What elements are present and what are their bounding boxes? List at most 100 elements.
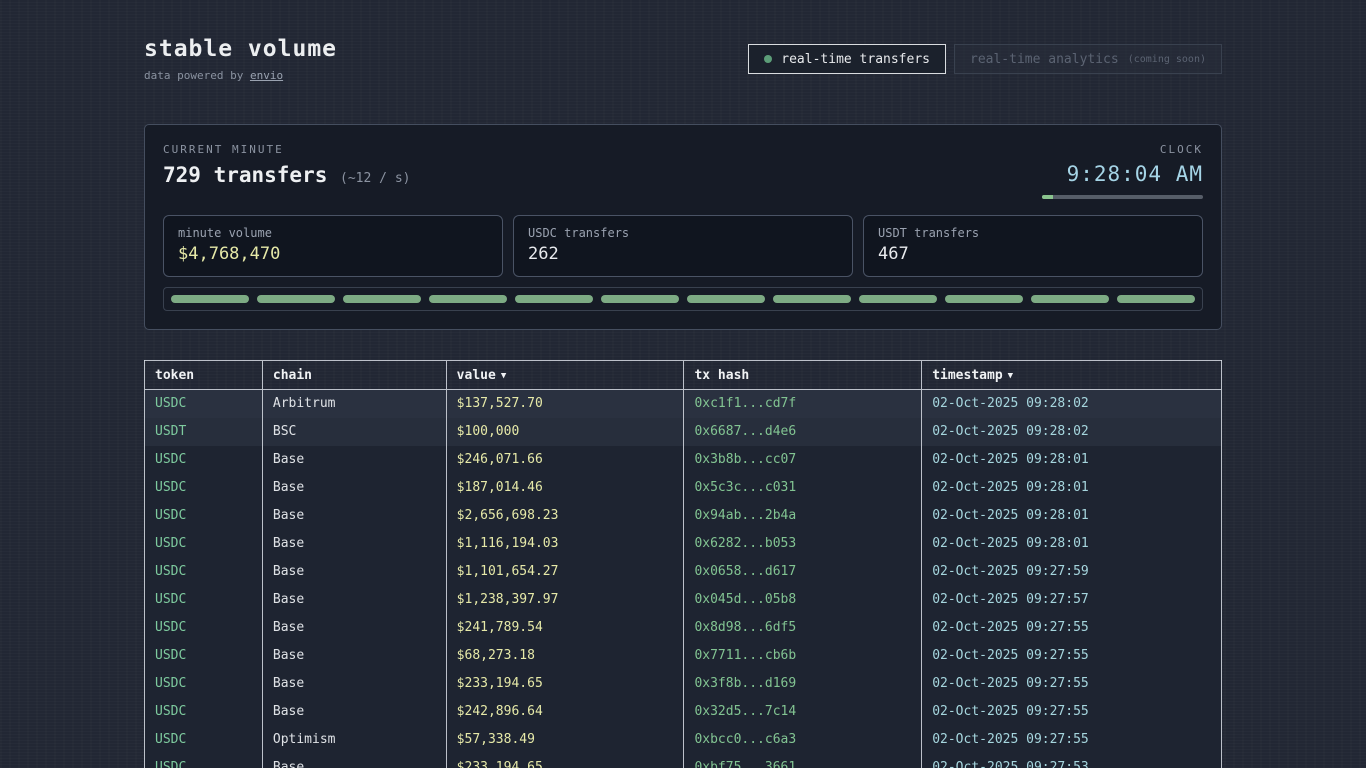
cell-token: USDC bbox=[145, 670, 263, 698]
stat-usdt-transfers: USDT transfers 467 bbox=[863, 215, 1203, 277]
cell-timestamp: 02-Oct-2025 09:27:55 bbox=[922, 726, 1222, 754]
column-header-chain: chain bbox=[262, 361, 446, 390]
table-row: USDCBase$1,238,397.970x045d...05b802-Oct… bbox=[145, 586, 1222, 614]
table-row: USDCBase$1,101,654.270x0658...d61702-Oct… bbox=[145, 558, 1222, 586]
view-tabs: real-time transfers real-time analytics … bbox=[748, 44, 1222, 74]
cell-token: USDC bbox=[145, 474, 263, 502]
cell-tx-hash[interactable]: 0x3f8b...d169 bbox=[684, 670, 922, 698]
cell-token: USDC bbox=[145, 586, 263, 614]
tab-real-time-analytics[interactable]: real-time analytics (coming soon) bbox=[954, 44, 1222, 74]
cell-token: USDC bbox=[145, 390, 263, 418]
transfer-count-value: 729 transfers bbox=[163, 163, 327, 187]
current-minute-label: CURRENT MINUTE bbox=[163, 143, 410, 156]
cell-token: USDC bbox=[145, 530, 263, 558]
cell-value: $1,101,654.27 bbox=[446, 558, 684, 586]
cell-timestamp: 02-Oct-2025 09:27:55 bbox=[922, 670, 1222, 698]
column-label: token bbox=[155, 368, 194, 383]
cell-token: USDC bbox=[145, 558, 263, 586]
stat-value: 262 bbox=[528, 244, 838, 264]
cell-tx-hash[interactable]: 0x045d...05b8 bbox=[684, 586, 922, 614]
table-header-row: tokenchainvalue▼tx hashtimestamp▼ bbox=[145, 361, 1222, 390]
cell-tx-hash[interactable]: 0xbcc0...c6a3 bbox=[684, 726, 922, 754]
table-row: USDCBase$246,071.660x3b8b...cc0702-Oct-2… bbox=[145, 446, 1222, 474]
cell-timestamp: 02-Oct-2025 09:28:01 bbox=[922, 502, 1222, 530]
column-header-value[interactable]: value▼ bbox=[446, 361, 684, 390]
current-minute-block: CURRENT MINUTE 729 transfers (~12 / s) bbox=[163, 143, 410, 187]
cell-tx-hash[interactable]: 0x6282...b053 bbox=[684, 530, 922, 558]
column-header-timestamp[interactable]: timestamp ▼ bbox=[922, 361, 1222, 390]
table-row: USDCBase$241,789.540x8d98...6df502-Oct-2… bbox=[145, 614, 1222, 642]
pulse-segment bbox=[601, 295, 679, 303]
pulse-segment bbox=[945, 295, 1023, 303]
cell-timestamp: 02-Oct-2025 09:27:53 bbox=[922, 754, 1222, 768]
cell-token: USDC bbox=[145, 698, 263, 726]
tab-analytics-label: real-time analytics bbox=[970, 52, 1119, 67]
page-container: stable volume data powered by envio real… bbox=[144, 0, 1222, 768]
cell-tx-hash[interactable]: 0x0658...d617 bbox=[684, 558, 922, 586]
transfer-rate: (~12 / s) bbox=[340, 171, 410, 186]
stat-value: $4,768,470 bbox=[178, 244, 488, 264]
cell-chain: Base bbox=[262, 698, 446, 726]
clock-block: CLOCK 9:28:04 AM bbox=[1042, 143, 1203, 199]
cell-tx-hash[interactable]: 0xc1f1...cd7f bbox=[684, 390, 922, 418]
pulse-segment bbox=[429, 295, 507, 303]
cell-value: $137,527.70 bbox=[446, 390, 684, 418]
cell-tx-hash[interactable]: 0x94ab...2b4a bbox=[684, 502, 922, 530]
column-header-token: token bbox=[145, 361, 263, 390]
transfer-count: 729 transfers (~12 / s) bbox=[163, 163, 410, 187]
cell-chain: Base bbox=[262, 586, 446, 614]
stat-usdc-transfers: USDC transfers 262 bbox=[513, 215, 853, 277]
cell-timestamp: 02-Oct-2025 09:27:59 bbox=[922, 558, 1222, 586]
table-row: USDCBase$2,656,698.230x94ab...2b4a02-Oct… bbox=[145, 502, 1222, 530]
pulse-segment bbox=[1031, 295, 1109, 303]
cell-chain: Base bbox=[262, 446, 446, 474]
table-row: USDCBase$1,116,194.030x6282...b05302-Oct… bbox=[145, 530, 1222, 558]
clock-time: 9:28:04 AM bbox=[1042, 162, 1203, 186]
pulse-segment bbox=[257, 295, 335, 303]
table-row: USDCBase$233,194.650xbf75...366102-Oct-2… bbox=[145, 754, 1222, 768]
table-row: USDCBase$187,014.460x5c3c...c03102-Oct-2… bbox=[145, 474, 1222, 502]
pulse-meter bbox=[163, 287, 1203, 311]
table-row: USDCOptimism$57,338.490xbcc0...c6a302-Oc… bbox=[145, 726, 1222, 754]
table-row: USDCBase$68,273.180x7711...cb6b02-Oct-20… bbox=[145, 642, 1222, 670]
tab-real-time-transfers[interactable]: real-time transfers bbox=[748, 44, 946, 74]
transfers-table: tokenchainvalue▼tx hashtimestamp▼ USDCAr… bbox=[144, 360, 1222, 768]
cell-chain: Optimism bbox=[262, 726, 446, 754]
cell-timestamp: 02-Oct-2025 09:27:57 bbox=[922, 586, 1222, 614]
envio-link[interactable]: envio bbox=[250, 69, 283, 82]
cell-chain: Base bbox=[262, 670, 446, 698]
page-subtitle: data powered by envio bbox=[144, 69, 337, 82]
column-label: timestamp bbox=[932, 368, 1002, 383]
sort-arrow-icon: ▼ bbox=[1008, 371, 1013, 381]
cell-timestamp: 02-Oct-2025 09:27:55 bbox=[922, 614, 1222, 642]
cell-token: USDC bbox=[145, 614, 263, 642]
cell-value: $1,238,397.97 bbox=[446, 586, 684, 614]
pulse-segment bbox=[859, 295, 937, 303]
cell-tx-hash[interactable]: 0x8d98...6df5 bbox=[684, 614, 922, 642]
cell-timestamp: 02-Oct-2025 09:27:55 bbox=[922, 642, 1222, 670]
cell-tx-hash[interactable]: 0x7711...cb6b bbox=[684, 642, 922, 670]
stat-label: USDT transfers bbox=[878, 226, 1188, 240]
clock-progress bbox=[1042, 195, 1203, 199]
current-minute-panel: CURRENT MINUTE 729 transfers (~12 / s) C… bbox=[144, 124, 1222, 330]
cell-chain: Base bbox=[262, 642, 446, 670]
cell-tx-hash[interactable]: 0x32d5...7c14 bbox=[684, 698, 922, 726]
cell-token: USDC bbox=[145, 726, 263, 754]
cell-chain: BSC bbox=[262, 418, 446, 446]
cell-value: $1,116,194.03 bbox=[446, 530, 684, 558]
cell-tx-hash[interactable]: 0x5c3c...c031 bbox=[684, 474, 922, 502]
live-status-dot-icon bbox=[764, 55, 772, 63]
sort-arrow-icon: ▼ bbox=[501, 371, 506, 381]
cell-tx-hash[interactable]: 0x6687...d4e6 bbox=[684, 418, 922, 446]
stat-label: minute volume bbox=[178, 226, 488, 240]
cell-tx-hash[interactable]: 0xbf75...3661 bbox=[684, 754, 922, 768]
cell-value: $242,896.64 bbox=[446, 698, 684, 726]
cell-chain: Arbitrum bbox=[262, 390, 446, 418]
table-row: USDCBase$233,194.650x3f8b...d16902-Oct-2… bbox=[145, 670, 1222, 698]
cell-value: $100,000 bbox=[446, 418, 684, 446]
cell-tx-hash[interactable]: 0x3b8b...cc07 bbox=[684, 446, 922, 474]
stat-minute-volume: minute volume $4,768,470 bbox=[163, 215, 503, 277]
cell-timestamp: 02-Oct-2025 09:28:01 bbox=[922, 446, 1222, 474]
cell-chain: Base bbox=[262, 614, 446, 642]
top-bar: stable volume data powered by envio real… bbox=[144, 36, 1222, 82]
